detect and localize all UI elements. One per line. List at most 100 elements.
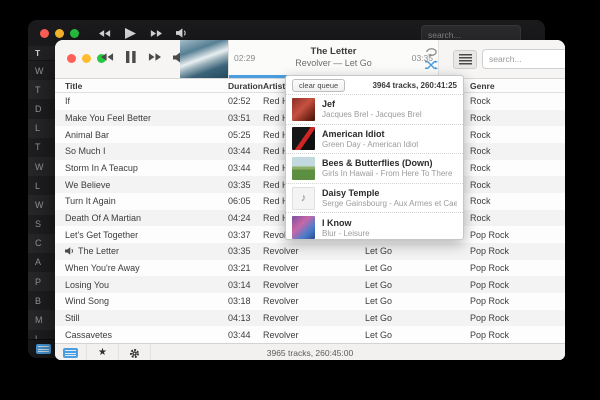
playlists-button[interactable]: ★ [87, 344, 119, 360]
cell-duration: 03:35 [228, 180, 263, 190]
cell-artist: Revolver [263, 280, 365, 290]
library-view-button[interactable] [55, 344, 87, 360]
table-row[interactable]: The Letter03:35RevolverLet GoPop Rock [55, 243, 565, 260]
previous-track-icon[interactable] [99, 29, 111, 38]
cell-duration: 06:05 [228, 196, 263, 206]
cell-genre: Rock [470, 96, 565, 106]
minimize-button[interactable] [82, 54, 91, 63]
column-header-duration[interactable]: Duration [228, 81, 263, 91]
cell-duration: 03:44 [228, 146, 263, 156]
cell-artist: Revolver [263, 246, 365, 256]
track-artist-album: Revolver — Let Go [229, 58, 438, 68]
cell-duration: 03:37 [228, 230, 263, 240]
cell-title: Make You Feel Better [65, 113, 228, 123]
settings-button[interactable] [119, 344, 151, 360]
queue-item-artwork [292, 98, 315, 121]
queue-item-artwork: ♪ [292, 187, 315, 210]
cell-title: Storm In A Teacup [65, 163, 228, 173]
cell-duration: 03:35 [228, 246, 263, 256]
minimize-button[interactable] [55, 29, 64, 38]
queue-item-title: American Idiot [322, 129, 418, 139]
cell-album: Let Go [365, 280, 470, 290]
cell-duration: 03:51 [228, 113, 263, 123]
table-row[interactable]: Cassavetes03:44RevolverLet GoPop Rock [55, 326, 565, 343]
repeat-icon[interactable] [425, 47, 438, 58]
cell-genre: Rock [470, 213, 565, 223]
cell-title: We Believe [65, 180, 228, 190]
star-icon: ★ [98, 348, 107, 358]
desktop: T WTDLTWLWSCAPBML The Letter Revolver — [0, 0, 600, 400]
cell-duration: 05:25 [228, 130, 263, 140]
pause-icon[interactable] [126, 51, 136, 63]
queue-item-subtitle: Jacques Brel - Jacques Brel [322, 110, 422, 119]
list-view-icon [63, 348, 78, 358]
play-icon[interactable] [125, 28, 136, 39]
playing-indicator-icon [65, 247, 74, 255]
table-row[interactable]: When You're Away03:21RevolverLet GoPop R… [55, 260, 565, 277]
table-row[interactable]: Losing You03:14RevolverLet GoPop Rock [55, 276, 565, 293]
queue-item-list: JefJacques Brel - Jacques BrelAmerican I… [286, 94, 463, 242]
table-row[interactable]: Still04:13RevolverLet GoPop Rock [55, 310, 565, 327]
cell-title: So Much I [65, 146, 228, 156]
cell-genre: Pop Rock [470, 296, 565, 306]
queue-summary: 3964 tracks, 260:41:25 [372, 81, 457, 90]
previous-track-icon[interactable] [101, 52, 114, 62]
music-note-icon: ♪ [301, 192, 307, 204]
cell-duration: 02:52 [228, 96, 263, 106]
queue-item[interactable]: Bees & Butterflies (Down)Girls In Hawaii… [286, 153, 463, 183]
queue-item-title: I Know [322, 218, 370, 228]
cell-genre: Pop Rock [470, 230, 565, 240]
queue-item-artwork [292, 157, 315, 180]
next-track-icon[interactable] [148, 52, 161, 62]
queue-item-artwork [292, 127, 315, 150]
queue-popup: clear queue 3964 tracks, 260:41:25 JefJa… [285, 75, 464, 240]
cell-artist: Revolver [263, 263, 365, 273]
queue-toggle-button[interactable] [453, 50, 477, 69]
clear-queue-button[interactable]: clear queue [292, 79, 345, 93]
cell-title: Wind Song [65, 296, 228, 306]
column-header-title[interactable]: Title [65, 81, 228, 91]
queue-item-subtitle: Serge Gainsbourg - Aux Armes et Caete... [322, 199, 457, 208]
player-header: The Letter Revolver — Let Go 02:29 03:35 [55, 40, 565, 79]
column-header-genre[interactable]: Genre [470, 81, 565, 91]
cell-genre: Rock [470, 180, 565, 190]
next-track-icon[interactable] [150, 29, 162, 38]
list-view-icon[interactable] [36, 344, 51, 354]
elapsed-time: 02:29 [234, 53, 255, 63]
cell-title: Still [65, 313, 228, 323]
cell-title: Let's Get Together [65, 230, 228, 240]
search-input[interactable] [482, 49, 565, 69]
cell-duration: 03:14 [228, 280, 263, 290]
queue-item-artwork [292, 216, 315, 239]
queue-item-title: Daisy Temple [322, 188, 457, 198]
cell-genre: Rock [470, 146, 565, 156]
cell-genre: Pop Rock [470, 313, 565, 323]
cell-duration: 03:44 [228, 330, 263, 340]
close-button[interactable] [67, 54, 76, 63]
cell-duration: 03:44 [228, 163, 263, 173]
close-button[interactable] [40, 29, 49, 38]
cell-title: If [65, 96, 228, 106]
cell-duration: 04:24 [228, 213, 263, 223]
album-artwork[interactable] [180, 40, 228, 78]
maximize-button[interactable] [70, 29, 79, 38]
cell-title: Losing You [65, 280, 228, 290]
track-title: The Letter [229, 46, 438, 57]
queue-item[interactable]: I KnowBlur - Leisure [286, 212, 463, 242]
queue-item[interactable]: JefJacques Brel - Jacques Brel [286, 94, 463, 124]
cell-title: Animal Bar [65, 130, 228, 140]
volume-icon[interactable] [176, 28, 187, 38]
queue-item[interactable]: American IdiotGreen Day - American Idiot [286, 124, 463, 154]
cell-album: Let Go [365, 246, 470, 256]
cell-duration: 03:21 [228, 263, 263, 273]
table-row[interactable]: Wind Song03:18RevolverLet GoPop Rock [55, 293, 565, 310]
gear-icon [129, 348, 140, 359]
now-playing-panel[interactable]: The Letter Revolver — Let Go 02:29 03:35 [228, 40, 439, 78]
queue-item-subtitle: Green Day - American Idiot [322, 140, 418, 149]
queue-item[interactable]: ♪ Daisy TempleSerge Gainsbourg - Aux Arme… [286, 183, 463, 213]
cell-title: Turn It Again [65, 196, 228, 206]
shuffle-icon[interactable] [425, 60, 438, 70]
cell-artist: Revolver [263, 313, 365, 323]
cell-genre: Rock [470, 113, 565, 123]
cell-genre: Pop Rock [470, 280, 565, 290]
